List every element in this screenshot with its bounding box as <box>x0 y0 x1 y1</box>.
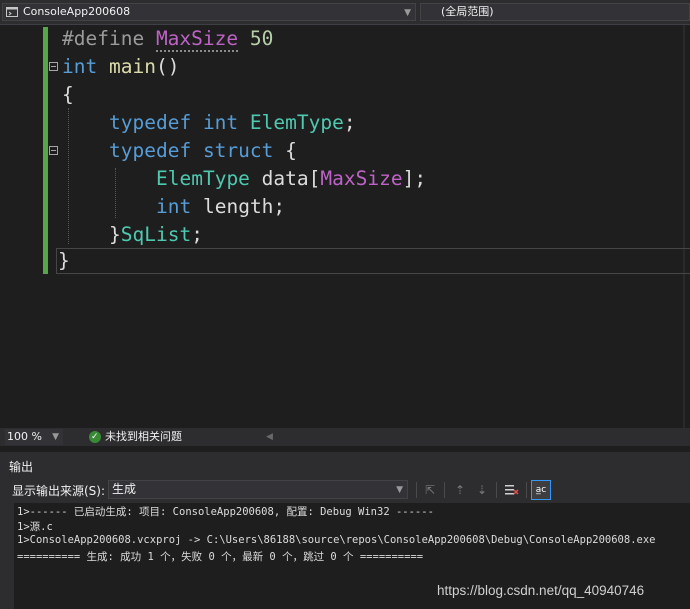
vertical-scrollbar[interactable] <box>683 25 685 428</box>
output-line: 1>源.c <box>17 521 53 533</box>
output-line: ========== 生成: 成功 1 个，失败 0 个，最新 0 个，跳过 0… <box>17 551 424 563</box>
check-circle-icon <box>89 428 101 446</box>
navigation-bar: ConsoleApp200608 ▼ (全局范围) <box>0 0 690 25</box>
toolbar-separator <box>416 482 417 498</box>
clear-all-icon[interactable] <box>502 480 522 500</box>
project-name: ConsoleApp200608 <box>23 5 131 18</box>
collapse-main-icon[interactable] <box>49 62 58 71</box>
indicator-margin <box>0 25 20 428</box>
previous-message-icon[interactable]: ⇡ <box>450 480 470 500</box>
output-source-label: 显示输出来源(S): <box>12 484 106 498</box>
code-editor[interactable] <box>0 25 690 428</box>
code-line-8: }SqList; <box>109 223 203 246</box>
scroll-left-icon[interactable]: ◀ <box>266 428 273 446</box>
toolbar-separator <box>496 482 497 498</box>
toolbar-separator <box>444 482 445 498</box>
watermark-url: https://blog.csdn.net/qq_40940746 <box>437 583 645 598</box>
output-line: 1>------ 已启动生成: 项目: ConsoleApp200608, 配置… <box>17 506 434 518</box>
next-message-icon[interactable]: ⇣ <box>472 480 492 500</box>
code-line-2: int main() <box>62 55 180 78</box>
indent-guide-inner <box>115 168 116 218</box>
output-source-select[interactable]: 生成 ▼ <box>108 480 408 499</box>
scope-name: (全局范围) <box>441 5 494 18</box>
issues-status[interactable]: 未找到相关问题 <box>105 428 182 446</box>
output-source-value: 生成 <box>112 482 137 496</box>
code-line-7: int length; <box>156 195 286 218</box>
code-line-1: #define MaxSize 50 <box>62 27 274 52</box>
code-line-6: ElemType data[MaxSize]; <box>156 167 427 190</box>
find-message-icon[interactable]: ⇱ <box>420 480 440 500</box>
output-toolbar: 显示输出来源(S): 生成 ▼ ⇱ ⇡ ⇣ a̲c <box>0 478 690 502</box>
current-line-highlight <box>56 248 690 274</box>
chevron-down-icon[interactable]: ▼ <box>396 482 403 499</box>
chevron-down-icon[interactable]: ▼ <box>52 429 59 445</box>
toolbar-separator <box>526 482 527 498</box>
scope-dropdown[interactable]: (全局范围) <box>420 3 690 21</box>
console-app-icon <box>6 7 18 17</box>
collapse-struct-icon[interactable] <box>49 146 58 155</box>
word-wrap-icon[interactable]: a̲c <box>531 480 551 500</box>
chevron-down-icon[interactable]: ▼ <box>404 5 411 21</box>
zoom-dropdown[interactable]: 100 % ▼ <box>5 429 63 445</box>
zoom-value: 100 % <box>7 430 42 443</box>
code-line-9: } <box>58 249 70 272</box>
code-line-3: { <box>62 83 74 106</box>
project-dropdown[interactable]: ConsoleApp200608 ▼ <box>2 3 416 21</box>
code-line-4: typedef int ElemType; <box>109 111 356 134</box>
code-line-5: typedef struct { <box>109 139 297 162</box>
indent-guide <box>68 108 69 244</box>
output-line: 1>ConsoleApp200608.vcxproj -> C:\Users\8… <box>17 534 656 546</box>
editor-status-bar: 100 % ▼ 未找到相关问题 ◀ <box>0 428 690 446</box>
output-panel-title: 输出 <box>9 460 34 474</box>
change-tracking-bar <box>43 27 48 274</box>
